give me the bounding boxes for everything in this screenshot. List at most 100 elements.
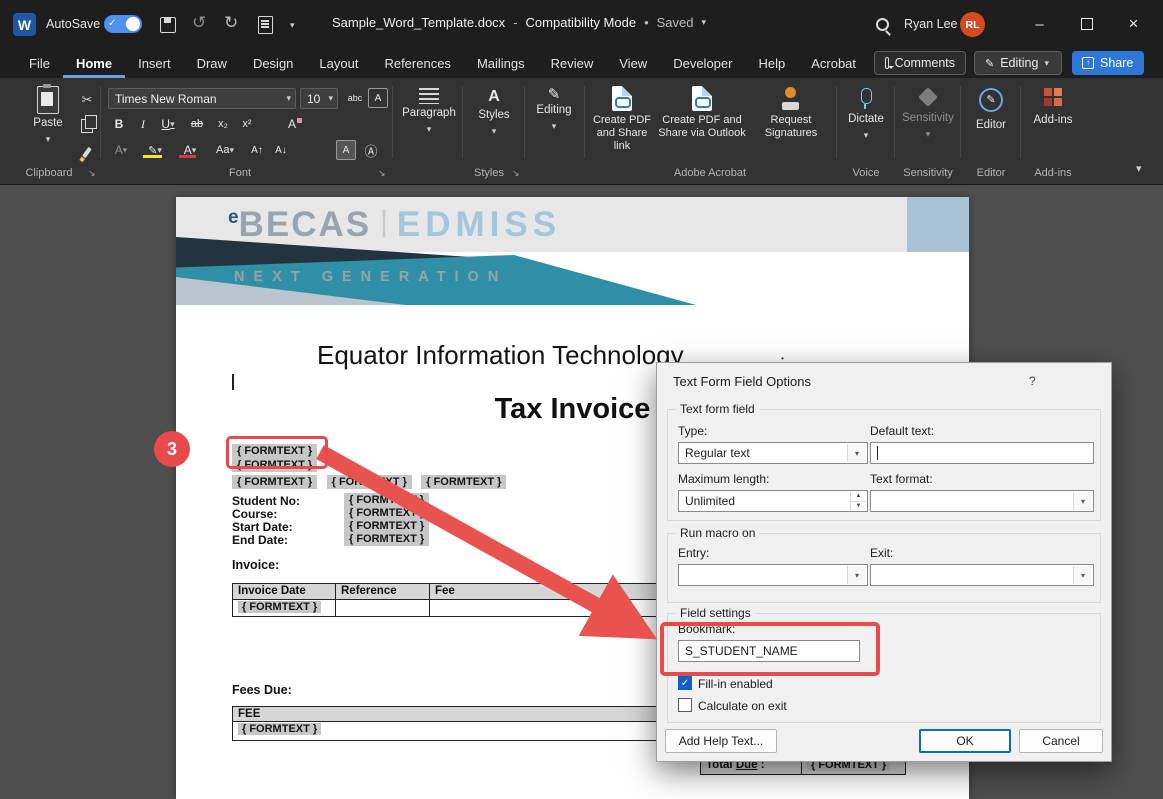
spinner-buttons[interactable]: ▲ ▼ [850, 492, 866, 510]
grow-font-button[interactable]: A↑ [246, 140, 268, 160]
qat-customize-chevron-icon[interactable]: ▾ [290, 20, 295, 31]
clipboard-dialog-launcher[interactable]: ↘ [88, 168, 96, 179]
text-highlight-color-button[interactable]: ✎ ▾ [140, 140, 170, 160]
type-combo[interactable]: Regular text ▾ [678, 442, 868, 464]
editing-mode-button[interactable]: ✎ Editing ▾ [974, 51, 1062, 75]
maximize-button[interactable] [1063, 0, 1110, 48]
spinner-down-icon[interactable]: ▼ [850, 502, 866, 511]
italic-button[interactable]: I [132, 114, 154, 134]
format-painter-button[interactable] [76, 142, 98, 162]
create-pdf-share-outlook-button[interactable]: Create PDF and Share via Outlook [658, 86, 746, 140]
default-text-input[interactable] [870, 442, 1094, 464]
strikethrough-button[interactable]: ab [186, 114, 208, 134]
subscript-button[interactable]: x₂ [212, 114, 234, 134]
formtext-field[interactable]: { FORMTEXT } [238, 723, 321, 735]
formtext-field[interactable]: { FORMTEXT } [344, 519, 429, 533]
tab-view[interactable]: View [606, 48, 660, 78]
dictate-button[interactable]: Dictate ▾ [842, 88, 890, 142]
formtext-field[interactable]: { FORMTEXT } [344, 532, 429, 546]
tab-developer[interactable]: Developer [660, 48, 745, 78]
request-signatures-button[interactable]: Request Signatures [752, 86, 830, 140]
tab-draw[interactable]: Draw [184, 48, 240, 78]
text-format-chevron-icon[interactable]: ▾ [1073, 492, 1092, 510]
clear-formatting-button[interactable]: A [284, 114, 306, 134]
character-border-button[interactable]: Ⓐ [360, 140, 382, 160]
font-name-combo[interactable]: Times New Roman ▾ [108, 88, 296, 109]
calculate-on-exit-checkbox[interactable] [678, 698, 692, 712]
maximum-length-spinner[interactable]: Unlimited ▲ ▼ [678, 490, 868, 512]
character-shading-button[interactable]: A [336, 140, 356, 160]
cut-button[interactable]: ✂ [76, 90, 98, 110]
tab-home[interactable]: Home [63, 48, 125, 78]
tab-mailings[interactable]: Mailings [464, 48, 538, 78]
search-icon[interactable] [876, 18, 889, 31]
font-size-combo[interactable]: 10 ▾ [300, 88, 338, 109]
shrink-font-button[interactable]: A↓ [270, 140, 292, 160]
font-color-button[interactable]: A ▾ [176, 140, 204, 160]
underline-button[interactable]: U ▾ [154, 114, 182, 134]
dialog-help-icon[interactable]: ? [1029, 374, 1036, 388]
superscript-button[interactable]: x² [236, 114, 258, 134]
styles-group-button[interactable]: A Styles ▾ [468, 88, 520, 138]
styles-dialog-launcher[interactable]: ↘ [512, 168, 520, 179]
text-format-combo[interactable]: ▾ [870, 490, 1094, 512]
exit-combo-chevron-icon[interactable]: ▾ [1073, 566, 1092, 584]
tab-help[interactable]: Help [745, 48, 798, 78]
spinner-up-icon[interactable]: ▲ [850, 492, 866, 502]
change-case-button[interactable]: Aa ▾ [210, 140, 240, 160]
formtext-field[interactable]: { FORMTEXT } [421, 475, 506, 489]
bold-button[interactable]: B [108, 114, 130, 134]
close-button[interactable]: × [1110, 0, 1157, 48]
avatar-initials: RL [966, 19, 980, 31]
undo-icon[interactable]: ↺ [192, 13, 206, 33]
word-logo-icon[interactable]: W [13, 13, 36, 36]
tab-references[interactable]: References [371, 48, 463, 78]
logo-right-block [907, 197, 969, 252]
user-name[interactable]: Ryan Lee [904, 17, 958, 31]
formtext-field[interactable]: { FORMTEXT } [238, 601, 321, 613]
editor-button[interactable]: ✎ Editor [966, 88, 1016, 132]
cancel-button[interactable]: Cancel [1019, 729, 1103, 753]
character-border-icon: Ⓐ [364, 141, 377, 160]
tab-design[interactable]: Design [240, 48, 306, 78]
start-date-label: Start Date: [232, 520, 293, 534]
addins-button[interactable]: Add-ins [1026, 88, 1080, 127]
fill-in-enabled-checkbox[interactable]: ✓ [678, 676, 692, 690]
formtext-field[interactable]: { FORMTEXT } [232, 475, 317, 489]
type-combo-chevron-icon[interactable]: ▾ [847, 444, 866, 462]
title-chevron-icon[interactable]: ▾ [702, 17, 707, 28]
editing-group-button[interactable]: ✎ Editing ▾ [528, 88, 580, 133]
tab-review[interactable]: Review [538, 48, 607, 78]
save-icon[interactable] [160, 17, 176, 33]
document-preview-icon[interactable] [258, 16, 273, 34]
paste-button[interactable]: Paste ▾ [22, 86, 74, 146]
formtext-field[interactable]: { FORMTEXT } [344, 506, 429, 520]
exit-combo[interactable]: ▾ [870, 564, 1094, 586]
collapse-ribbon-chevron-icon[interactable]: ▾ [1136, 162, 1142, 175]
ok-button[interactable]: OK [919, 729, 1011, 753]
text-effects-button[interactable]: A ▾ [108, 140, 134, 160]
redo-icon[interactable]: ↻ [224, 13, 238, 33]
tab-insert[interactable]: Insert [125, 48, 184, 78]
tab-acrobat[interactable]: Acrobat [798, 48, 869, 78]
formtext-field[interactable]: { FORMTEXT } [344, 493, 429, 507]
font-dialog-launcher[interactable]: ↘ [378, 168, 386, 179]
add-help-text-button[interactable]: Add Help Text... [665, 729, 777, 753]
enclose-characters-button[interactable]: A [368, 88, 388, 108]
create-pdf-link-icon [612, 86, 632, 111]
autosave-toggle[interactable]: ✓ [104, 15, 142, 33]
create-pdf-share-link-button[interactable]: Create PDF and Share link [590, 86, 654, 153]
share-button[interactable]: ↑ Share [1072, 51, 1144, 75]
tab-file[interactable]: File [16, 48, 63, 78]
paragraph-group-button[interactable]: Paragraph ▾ [400, 88, 458, 136]
comments-button[interactable]: Comments [874, 51, 966, 75]
minimize-button[interactable]: – [1016, 0, 1063, 48]
phonetic-guide-button[interactable]: abc [344, 88, 366, 108]
request-signatures-icon [781, 86, 801, 111]
formtext-field[interactable]: { FORMTEXT } [327, 475, 412, 489]
entry-combo-chevron-icon[interactable]: ▾ [847, 566, 866, 584]
entry-combo[interactable]: ▾ [678, 564, 868, 586]
copy-button[interactable] [76, 116, 98, 136]
avatar[interactable]: RL [960, 12, 985, 37]
tab-layout[interactable]: Layout [306, 48, 371, 78]
